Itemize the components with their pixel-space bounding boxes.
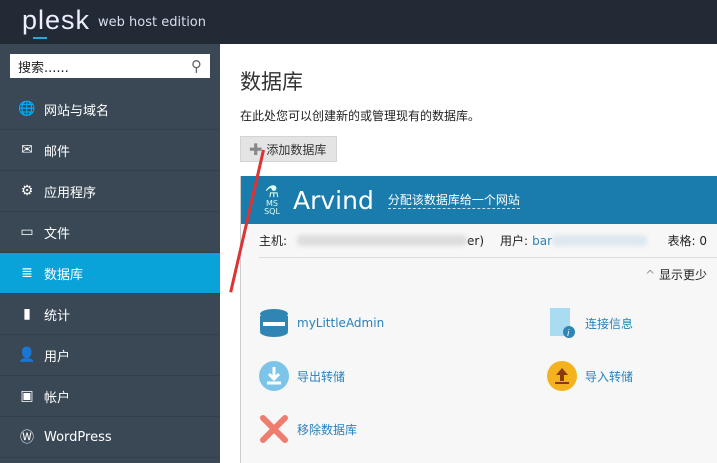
main-content: 数据库 在此处您可以创建新的或管理现有的数据库。 ✚ 添加数据库 ⚗ MS SQL … [220, 44, 717, 463]
edition-label: web host edition [98, 14, 207, 30]
user-icon: 👤 [18, 347, 36, 363]
sidebar-item-6[interactable]: 👤 用户 [0, 335, 220, 376]
sidebar-item-label: 应用程序 [44, 185, 97, 201]
sidebar-item-1[interactable]: ✉ 邮件 [0, 130, 220, 171]
page-title: 数据库 [240, 70, 303, 94]
mylittleadmin-link[interactable]: myLittleAdmin [259, 308, 384, 338]
sidebar-item-5[interactable]: ▮ 统计 [0, 294, 220, 335]
host-label: 主机: [259, 234, 288, 248]
database-panel: ⚗ MS SQL Arvind 分配该数据库给一个网站 主机: er) 用户: b… [240, 176, 717, 463]
show-less-toggle[interactable]: ^ 显示更少 [241, 266, 717, 283]
sidebar-item-label: 文件 [44, 226, 71, 242]
user-link[interactable]: bar [532, 234, 552, 248]
remove-database-link[interactable]: 移除数据库 [259, 414, 357, 444]
upload-icon [547, 361, 577, 391]
mail-icon: ✉ [21, 142, 33, 158]
page-description: 在此处您可以创建新的或管理现有的数据库。 [240, 109, 481, 123]
sidebar-item-8[interactable]: Ⓦ WordPress [0, 417, 220, 458]
user-label: 用户: [500, 234, 529, 248]
plesk-logo[interactable]: plesk [22, 5, 90, 39]
user-blurred [552, 235, 647, 246]
top-bar: plesk web host edition [0, 0, 717, 44]
sidebar-item-3[interactable]: ▭ 文件 [0, 212, 220, 253]
database-name: Arvind [293, 185, 374, 215]
sidebar-item-label: 统计 [44, 308, 71, 324]
database-icon [259, 308, 289, 338]
wordpress-icon: Ⓦ [20, 430, 34, 446]
sidebar-item-7[interactable]: ▣ 帐户 [0, 376, 220, 417]
folder-icon: ▭ [20, 224, 34, 240]
database-icon: ≣ [21, 265, 33, 281]
search-input[interactable]: 搜索...... ⚲ [10, 54, 210, 78]
mssql-icon: ⚗ MS SQL [264, 182, 280, 216]
tables-count: 表格: 0 [667, 234, 708, 248]
sidebar-item-2[interactable]: ⚙ 应用程序 [0, 171, 220, 212]
sidebar-item-label: WordPress [44, 429, 112, 445]
sidebar-item-label: 帐户 [44, 390, 71, 406]
delete-icon [259, 414, 289, 444]
database-info: 主机: er) 用户: bar 表格: 0 [259, 224, 717, 258]
sidebar-item-label: 网站与域名 [44, 103, 110, 119]
search-icon[interactable]: ⚲ [191, 57, 202, 75]
info-file-icon: i [547, 308, 577, 338]
globe-icon: 🌐 [18, 101, 36, 117]
sidebar-item-label: 用户 [44, 349, 71, 365]
export-dump-link[interactable]: 导出转储 [259, 361, 345, 391]
host-blurred [297, 235, 468, 246]
assign-website-link[interactable]: 分配该数据库给一个网站 [387, 191, 520, 209]
import-dump-link[interactable]: 导入转储 [547, 361, 633, 391]
account-icon: ▣ [20, 388, 34, 404]
search-placeholder: 搜索...... [18, 60, 69, 76]
sidebar-item-0[interactable]: 🌐 网站与域名 [0, 89, 220, 130]
gear-icon: ⚙ [20, 183, 34, 199]
connection-info-link[interactable]: i 连接信息 [547, 308, 633, 338]
add-database-label: 添加数据库 [266, 142, 327, 157]
host-value-tail: er) [467, 233, 485, 248]
stats-icon: ▮ [23, 306, 31, 322]
sidebar: 搜索...... ⚲ 🌐 网站与域名 ✉ 邮件 ⚙ 应用程序 ▭ 文件 ≣ 数据库 ▮ 统计 👤 用户 ▣ 帐户… [0, 44, 220, 463]
add-database-button[interactable]: ✚ 添加数据库 [240, 136, 338, 162]
sidebar-item-4[interactable]: ≣ 数据库 [0, 253, 220, 294]
chevron-up-icon: ^ [645, 268, 659, 282]
sidebar-item-label: 数据库 [44, 267, 84, 283]
database-header: ⚗ MS SQL Arvind 分配该数据库给一个网站 [241, 176, 717, 224]
sidebar-item-label: 邮件 [44, 144, 71, 160]
download-icon [259, 361, 289, 391]
